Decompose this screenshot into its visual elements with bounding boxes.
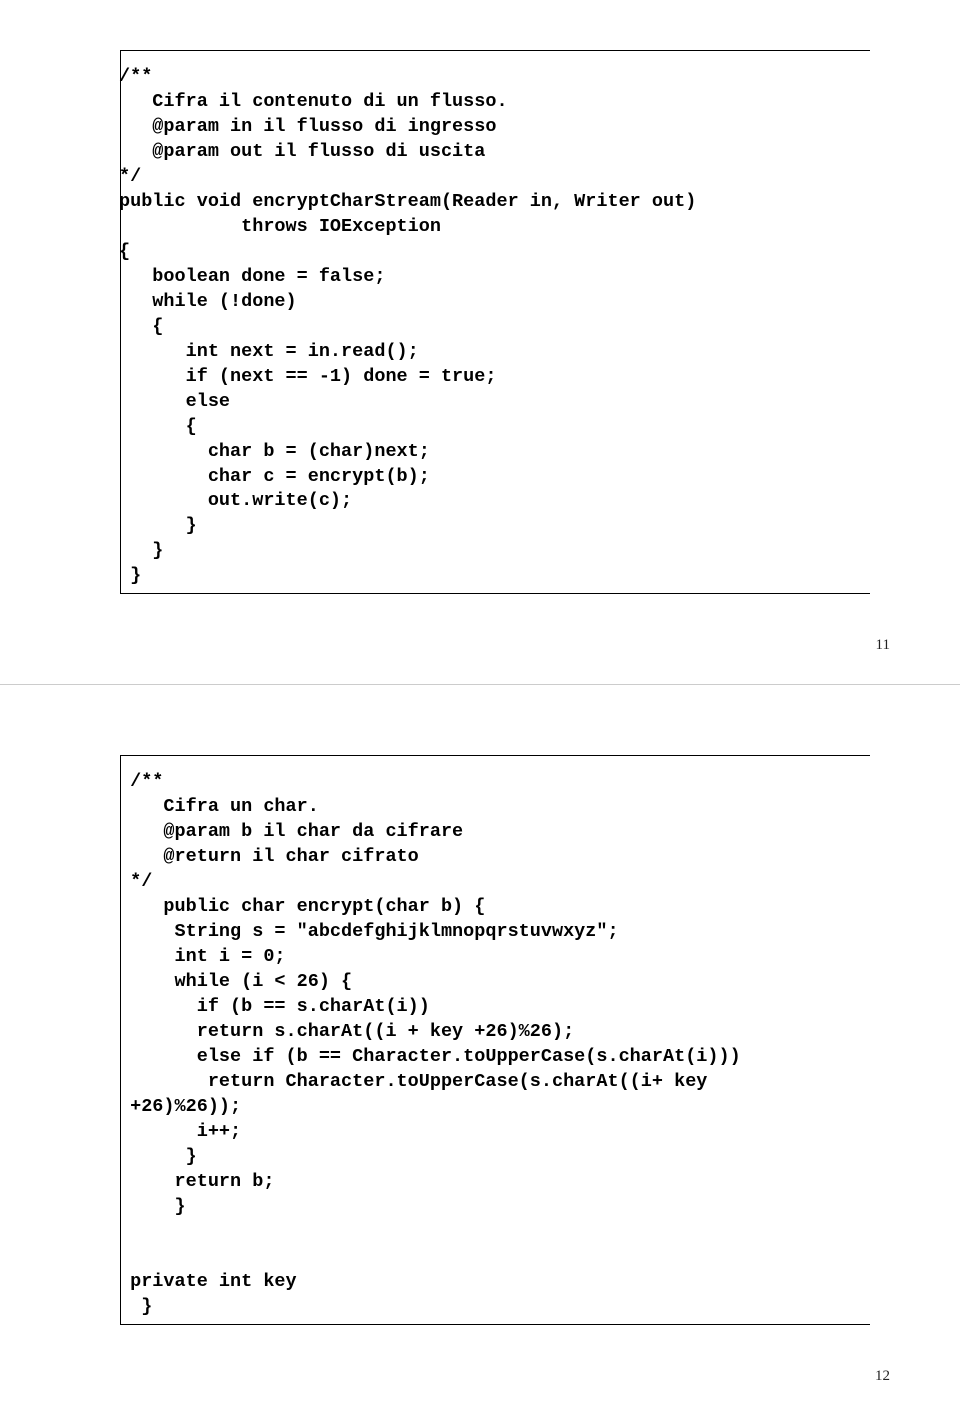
page-number: 12 (875, 1368, 890, 1385)
page-number: 11 (876, 637, 890, 654)
document-page-2: /** Cifra un char. @param b il char da c… (0, 684, 960, 1414)
code-frame: /** Cifra un char. @param b il char da c… (120, 755, 870, 1324)
code-block: /** Cifra il contenuto di un flusso. @pa… (119, 61, 870, 593)
document-page-1: /** Cifra il contenuto di un flusso. @pa… (0, 0, 960, 684)
code-frame: /** Cifra il contenuto di un flusso. @pa… (120, 50, 870, 594)
code-block: /** Cifra un char. @param b il char da c… (119, 766, 870, 1323)
